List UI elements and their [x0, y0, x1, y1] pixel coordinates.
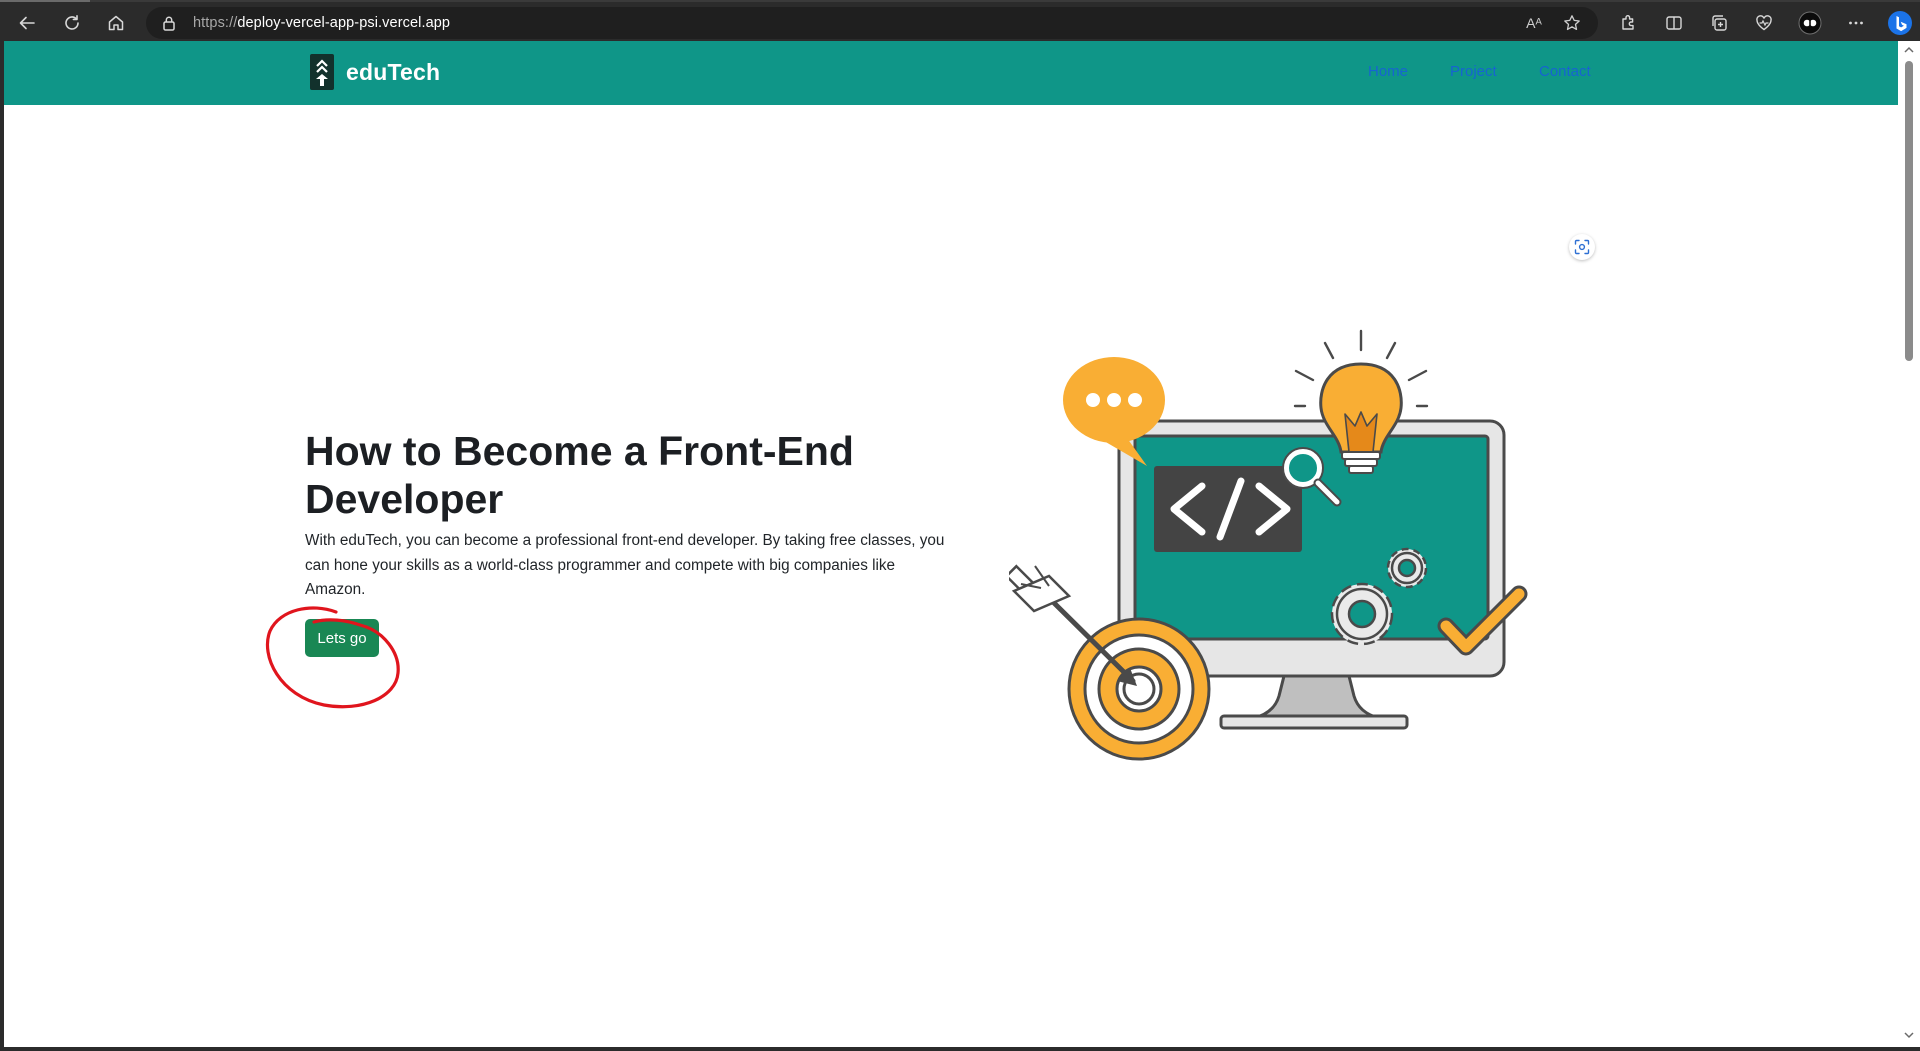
- address-bar[interactable]: https://deploy-vercel-app-psi.vercel.app…: [146, 7, 1598, 39]
- extensions-icon[interactable]: [1614, 9, 1642, 37]
- brand-name: eduTech: [346, 58, 441, 85]
- code-tag-icon: [1154, 466, 1302, 552]
- refresh-icon: [65, 15, 79, 30]
- more-icon[interactable]: [1842, 9, 1870, 37]
- url-text[interactable]: https://deploy-vercel-app-psi.vercel.app: [193, 15, 450, 31]
- back-button[interactable]: [12, 8, 42, 38]
- scroll-down-arrow-icon[interactable]: [1904, 1031, 1914, 1039]
- lock-icon: [163, 16, 175, 31]
- window-bottom-edge: [0, 1047, 1920, 1051]
- read-aloud-icon[interactable]: Aᴬ: [1523, 12, 1545, 34]
- page-viewport: eduTech Home Project Contact How to Beco…: [4, 41, 1900, 1047]
- visual-search-icon[interactable]: [1569, 234, 1595, 260]
- scrollbar-thumb[interactable]: [1905, 61, 1913, 361]
- brand[interactable]: eduTech: [310, 54, 440, 90]
- url-host: deploy-vercel-app-psi.vercel.app: [237, 15, 451, 31]
- bing-copilot-icon[interactable]: [1886, 9, 1914, 37]
- browser-toolbar: https://deploy-vercel-app-psi.vercel.app…: [0, 0, 1920, 41]
- nav-link-project[interactable]: Project: [1450, 63, 1497, 80]
- favorite-star-icon[interactable]: [1561, 12, 1583, 34]
- page-scrollbar[interactable]: [1898, 41, 1920, 1047]
- browser-essentials-icon[interactable]: [1750, 9, 1778, 37]
- home-button[interactable]: [101, 8, 131, 38]
- collections-icon[interactable]: [1705, 9, 1733, 37]
- nav-link-contact[interactable]: Contact: [1539, 63, 1591, 80]
- profile-icon[interactable]: [1796, 9, 1824, 37]
- developer-illustration: [1009, 329, 1528, 761]
- back-icon: [19, 16, 35, 30]
- hero-description: With eduTech, you can become a professio…: [305, 532, 945, 598]
- nav-link-home[interactable]: Home: [1368, 63, 1408, 80]
- refresh-button[interactable]: [57, 8, 87, 38]
- tab-indicator: [0, 0, 90, 2]
- scroll-up-arrow-icon[interactable]: [1904, 46, 1914, 54]
- home-icon: [108, 15, 124, 31]
- hero-title: How to Become a Front-End Developer: [305, 428, 854, 522]
- site-navbar: eduTech Home Project Contact: [4, 41, 1900, 105]
- url-scheme: https://: [193, 15, 238, 31]
- brand-logo-icon: [310, 54, 334, 90]
- split-screen-icon[interactable]: [1660, 9, 1688, 37]
- red-circle-annotation: [265, 606, 400, 709]
